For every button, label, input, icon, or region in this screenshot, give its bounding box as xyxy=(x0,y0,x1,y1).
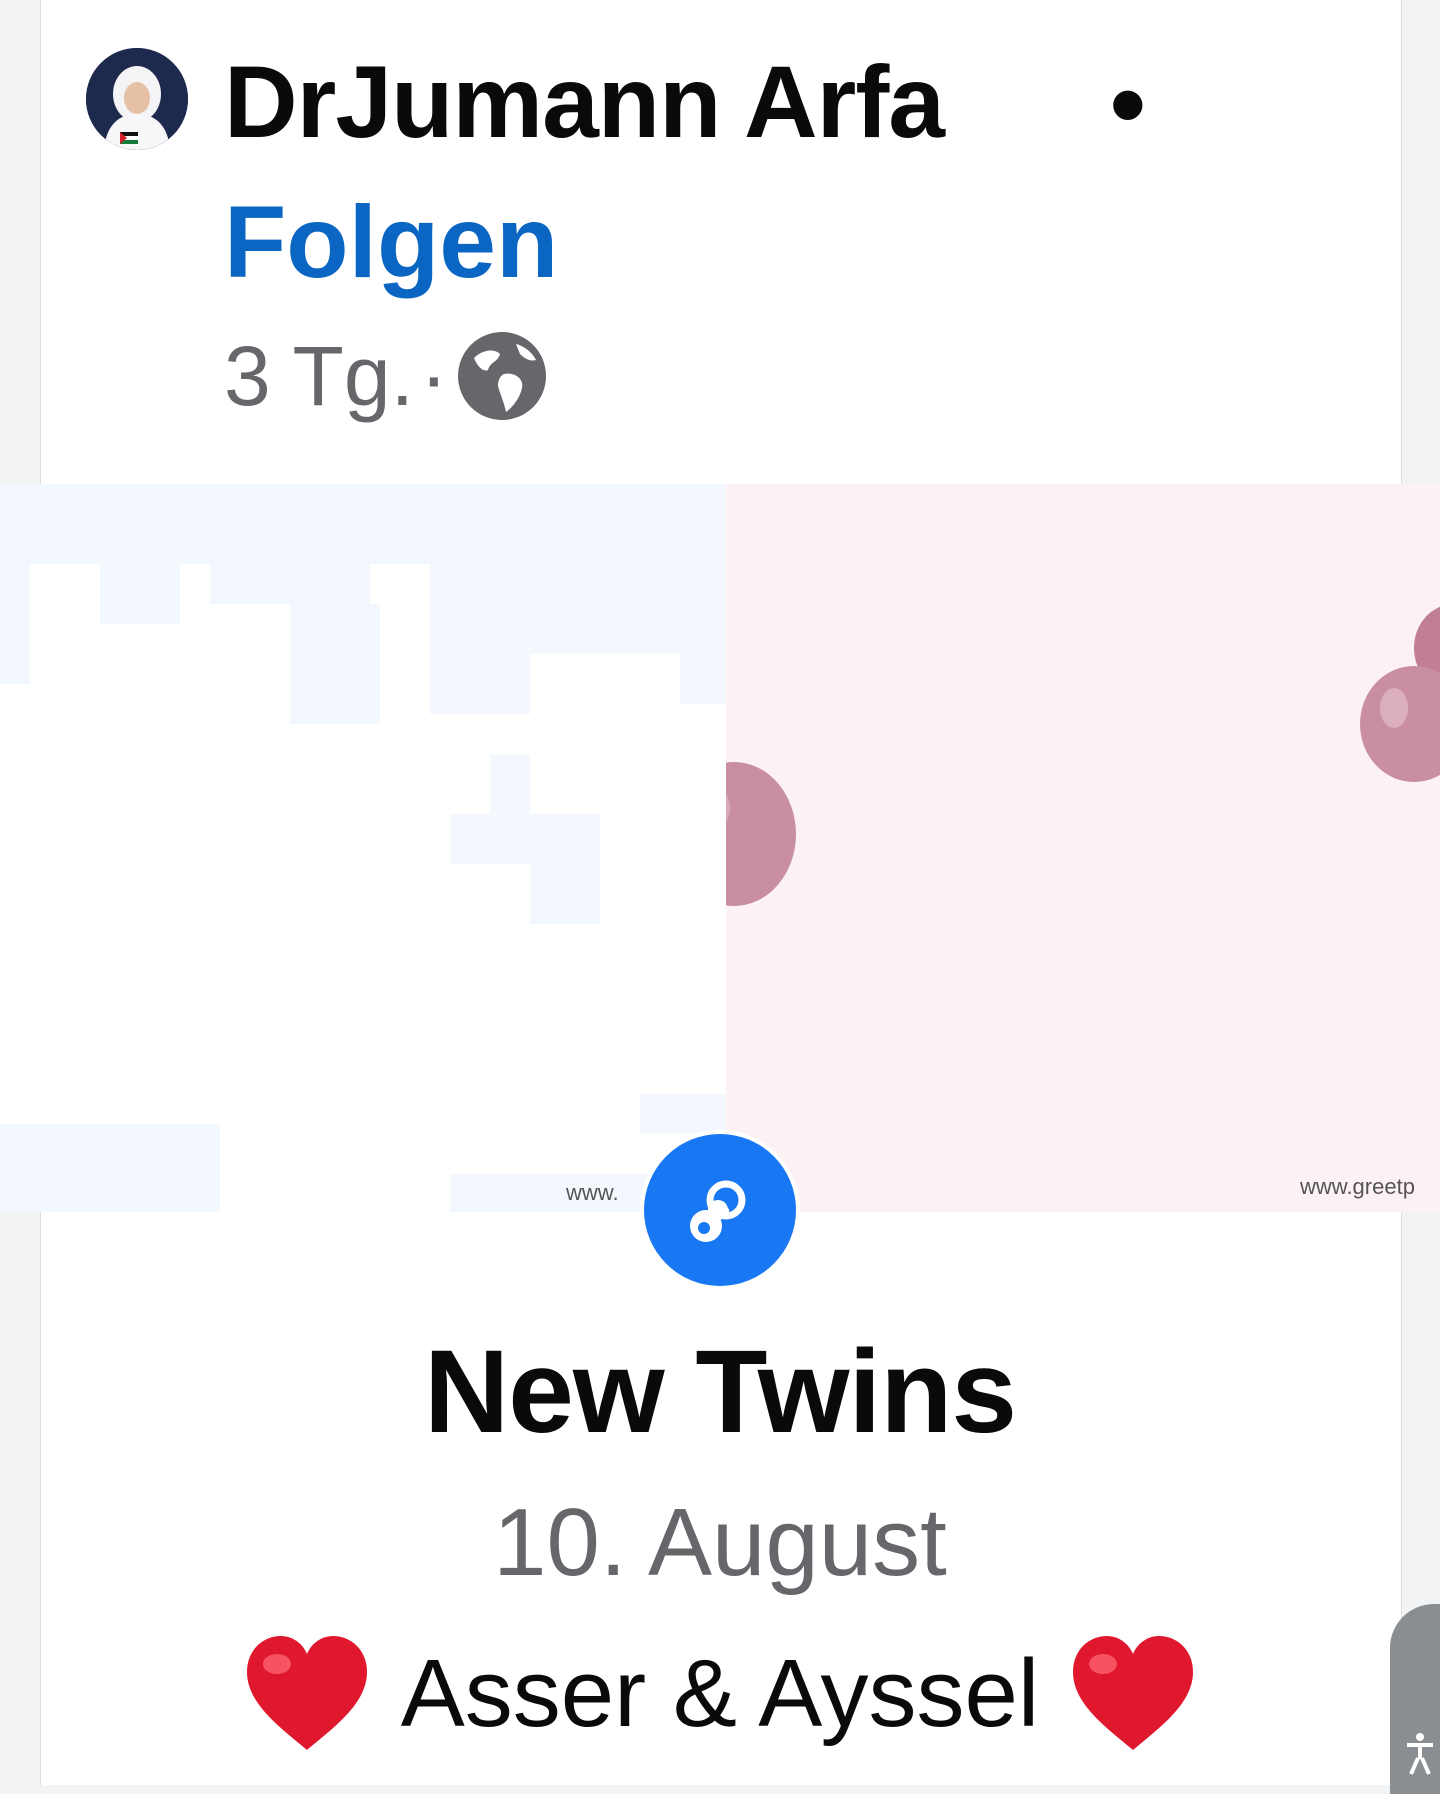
post-meta: 3 Tg. · xyxy=(224,326,550,426)
header-separator: • xyxy=(1110,47,1146,161)
follow-button[interactable]: Folgen xyxy=(224,186,558,298)
event-type-badge xyxy=(640,1130,800,1290)
balloon-icon xyxy=(726,762,796,906)
event-date: 10. August xyxy=(493,1489,947,1596)
meta-separator: · xyxy=(419,328,448,423)
event-banner[interactable]: www. www.greetp xyxy=(0,484,1440,1212)
accessibility-tab[interactable] xyxy=(1390,1604,1440,1794)
watermark-left: www. xyxy=(566,1180,619,1205)
globe-icon xyxy=(457,332,546,420)
event-title: New Twins xyxy=(423,1326,1017,1458)
pacifier-icon xyxy=(690,1180,746,1242)
author-avatar[interactable] xyxy=(86,48,188,150)
red-heart-icon xyxy=(246,1636,367,1750)
watermark-right: www.greetp xyxy=(1300,1174,1415,1199)
event-names-row: Asser & Ayssel xyxy=(0,1634,1440,1754)
banner-left-image: www. xyxy=(0,484,726,1212)
avatar-image xyxy=(86,48,188,150)
balloon-cluster-icon xyxy=(1360,606,1440,782)
banner-right-image: www.greetp xyxy=(726,484,1440,1212)
post-time[interactable]: 3 Tg. xyxy=(224,328,414,425)
baby-names: Asser & Ayssel xyxy=(400,1640,1040,1747)
accessibility-icon xyxy=(1407,1733,1433,1775)
author-name[interactable]: DrJumann Arfa xyxy=(224,46,945,158)
red-heart-icon xyxy=(1073,1636,1194,1750)
